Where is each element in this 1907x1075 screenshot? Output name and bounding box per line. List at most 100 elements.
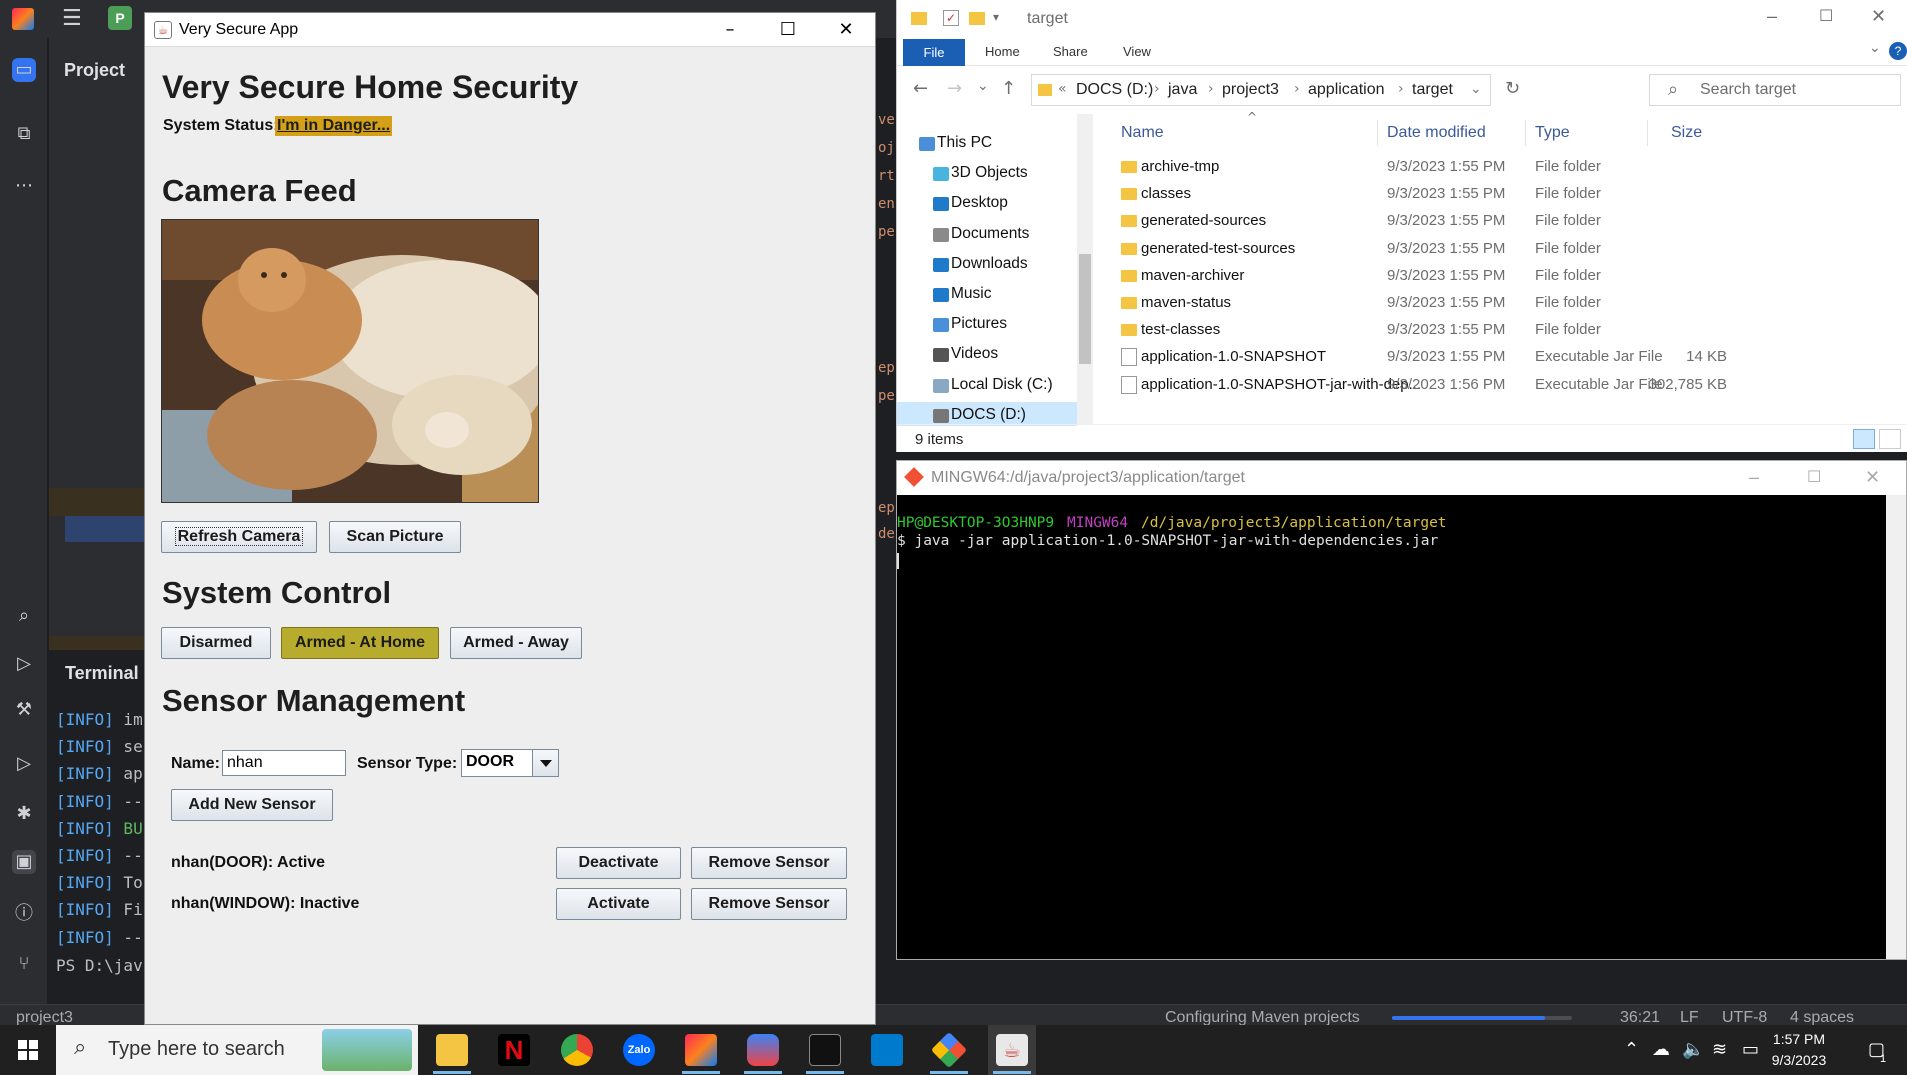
mingw-terminal-window[interactable]: MINGW64:/d/java/project3/application/tar…	[896, 460, 1907, 960]
column-header-size[interactable]: Size	[1671, 124, 1702, 142]
file-row[interactable]: maven-archiver 9/3/2023 1:55 PM File folde…	[1101, 263, 1751, 290]
chevron-right-icon[interactable]: ›	[1398, 81, 1404, 97]
file-row[interactable]: application-1.0-SNAPSHOT 9/3/2023 1:55 PM…	[1101, 344, 1751, 371]
nav-item[interactable]: Videos	[951, 345, 998, 363]
column-separator[interactable]	[1647, 120, 1648, 146]
chevron-right-icon[interactable]: ›	[1154, 81, 1160, 97]
build-icon[interactable]: ⚒	[12, 698, 36, 722]
chevron-down-icon[interactable]: ⌄	[1869, 40, 1881, 56]
forward-arrow-icon[interactable]: →	[947, 78, 962, 99]
nav-item[interactable]: Downloads	[951, 255, 1028, 273]
search-box[interactable]: ⌕ Search target	[1649, 74, 1901, 106]
file-row[interactable]: generated-sources 9/3/2023 1:55 PM File fo…	[1101, 208, 1751, 235]
git-bash-taskbar-icon[interactable]	[930, 1031, 968, 1069]
breadcrumb-item[interactable]: application	[1308, 81, 1385, 99]
minimize-button[interactable]: –	[1749, 467, 1759, 488]
file-row[interactable]: maven-status 9/3/2023 1:55 PM File folder	[1101, 290, 1751, 317]
tab-share[interactable]: Share	[1053, 44, 1088, 59]
nav-item[interactable]: Documents	[951, 225, 1029, 243]
recent-locations-icon[interactable]: ⌄	[977, 78, 989, 94]
battery-icon[interactable]: ▭	[1742, 1039, 1759, 1060]
nav-item[interactable]: DOCS (D:)	[951, 406, 1026, 424]
project-panel-title[interactable]: Project	[64, 60, 125, 81]
nav-scrollbar[interactable]	[1077, 114, 1093, 424]
column-header-name[interactable]: Name	[1121, 124, 1164, 142]
search-icon[interactable]: ⌕	[12, 604, 36, 628]
remove-sensor-button[interactable]: Remove Sensor	[691, 888, 847, 920]
intellij-taskbar-icon[interactable]	[685, 1034, 717, 1066]
file-row[interactable]: test-classes 9/3/2023 1:55 PM File folder	[1101, 317, 1751, 344]
mode-armed-away-button[interactable]: Armed - Away	[450, 627, 582, 659]
chevron-right-icon[interactable]: ›	[1208, 81, 1214, 97]
chrome-taskbar-icon[interactable]	[561, 1034, 593, 1066]
mingw-title-bar[interactable]: MINGW64:/d/java/project3/application/tar…	[897, 461, 1906, 495]
more-icon[interactable]: ⋯	[12, 174, 36, 198]
close-button[interactable]: ✕	[817, 13, 875, 47]
maximize-button[interactable]: ☐	[1819, 6, 1833, 25]
nav-item[interactable]: Local Disk (C:)	[951, 376, 1053, 394]
structure-icon[interactable]: ⧉	[12, 122, 36, 146]
wifi-icon[interactable]: ≋	[1712, 1039, 1727, 1060]
vscode-taskbar-icon[interactable]	[871, 1034, 903, 1066]
nav-item[interactable]: Music	[951, 285, 991, 303]
zalo-taskbar-icon[interactable]: Zalo	[623, 1034, 655, 1066]
chevron-right-icon[interactable]: ›	[1294, 81, 1300, 97]
onedrive-icon[interactable]: ☁	[1652, 1039, 1670, 1060]
file-explorer-taskbar-icon[interactable]	[436, 1034, 468, 1066]
minimize-button[interactable]: –	[1767, 6, 1777, 27]
taskbar-date[interactable]: 9/3/2023	[1759, 1052, 1839, 1068]
overflow-chevron-icon[interactable]: «	[1058, 81, 1067, 97]
start-button[interactable]	[0, 1025, 56, 1075]
breadcrumb-item[interactable]: target	[1412, 81, 1453, 99]
problems-icon[interactable]: ⓘ	[12, 902, 36, 926]
nav-item[interactable]: This PC	[937, 134, 992, 152]
file-row[interactable]: classes 9/3/2023 1:55 PM File folder	[1101, 181, 1751, 208]
breadcrumb-item[interactable]: DOCS (D:)	[1076, 81, 1153, 99]
nav-scroll-thumb[interactable]	[1079, 254, 1091, 364]
minimize-button[interactable]: –	[701, 13, 759, 47]
large-icons-view-icon[interactable]	[1879, 429, 1901, 449]
explorer-title-bar[interactable]: ✓ ▾ target – ☐ ✕	[897, 0, 1907, 38]
close-button[interactable]: ✕	[1871, 6, 1886, 27]
back-arrow-icon[interactable]: ←	[913, 78, 928, 99]
maximize-button[interactable]: ☐	[1807, 467, 1821, 486]
sensor-name-input[interactable]	[222, 750, 346, 776]
up-arrow-icon[interactable]: ↑	[1001, 78, 1016, 99]
tab-file[interactable]: File	[903, 39, 965, 66]
chevron-down-icon[interactable]: ⌄	[1470, 81, 1482, 97]
taskbar-search[interactable]: ⌕ Type here to search	[56, 1025, 418, 1075]
debug-icon[interactable]: ✱	[12, 802, 36, 826]
tree-row-focused[interactable]	[65, 516, 144, 542]
nav-item[interactable]: Pictures	[951, 315, 1007, 333]
terminal-tab-label[interactable]: Terminal	[65, 663, 139, 684]
git-icon[interactable]: ⑂	[12, 952, 36, 976]
column-header-type[interactable]: Type	[1535, 124, 1570, 142]
new-folder-icon[interactable]	[969, 12, 985, 25]
terminal-taskbar-icon[interactable]	[809, 1034, 841, 1066]
nav-item[interactable]: 3D Objects	[951, 164, 1028, 182]
column-separator[interactable]	[1525, 120, 1526, 146]
scan-picture-button[interactable]: Scan Picture	[329, 521, 461, 553]
close-button[interactable]: ✕	[1865, 467, 1880, 488]
terminal-icon[interactable]: ▣	[12, 850, 36, 874]
column-separator[interactable]	[1377, 120, 1378, 146]
taskbar-time[interactable]: 1:57 PM	[1759, 1031, 1839, 1047]
tree-row-selected[interactable]	[49, 488, 144, 516]
remove-sensor-button[interactable]: Remove Sensor	[691, 847, 847, 879]
services-icon[interactable]: ▷	[12, 652, 36, 676]
tab-view[interactable]: View	[1123, 44, 1151, 59]
refresh-icon[interactable]: ↻	[1505, 78, 1520, 99]
volume-icon[interactable]: 🔈	[1682, 1039, 1704, 1060]
quick-access-chevron-icon[interactable]: ▾	[993, 10, 999, 24]
main-menu-icon[interactable]: ☰	[62, 6, 82, 31]
chevron-down-icon[interactable]	[532, 750, 558, 776]
file-row[interactable]: application-1.0-SNAPSHOT-jar-with-dep...…	[1101, 372, 1751, 399]
details-view-icon[interactable]	[1853, 429, 1875, 449]
maximize-button[interactable]: ☐	[759, 13, 817, 47]
properties-icon[interactable]: ✓	[943, 10, 959, 26]
mode-armed-home-button[interactable]: Armed - At Home	[281, 627, 439, 659]
netflix-taskbar-icon[interactable]: N	[498, 1034, 530, 1066]
chevron-up-icon[interactable]: ⌃	[1624, 1039, 1639, 1060]
sensor-type-select[interactable]: DOOR	[461, 749, 559, 777]
breadcrumb-item[interactable]: project3	[1222, 81, 1279, 99]
